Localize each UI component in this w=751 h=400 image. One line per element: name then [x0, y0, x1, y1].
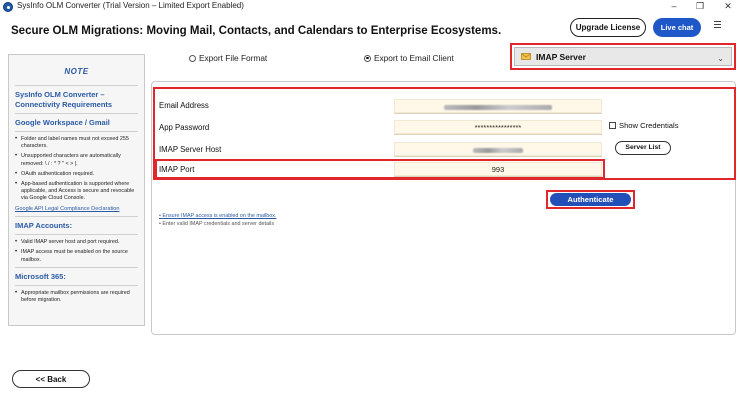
note-title: NOTE — [64, 67, 89, 76]
radio-label: Export File Format — [199, 53, 268, 63]
live-chat-button[interactable]: Live chat — [653, 18, 701, 37]
note-list: Valid IMAP server host and port required… — [15, 239, 138, 264]
export-file-format-radio[interactable]: Export File Format — [189, 53, 267, 63]
radio-checked-icon — [364, 54, 371, 62]
close-button[interactable]: ✕ — [718, 0, 738, 13]
divider — [15, 284, 138, 286]
page-heading: Secure OLM Migrations: Moving Mail, Cont… — [11, 25, 502, 37]
note-section-title: Microsoft 365: — [15, 271, 66, 281]
dropdown-selected-value: IMAP Server — [536, 51, 586, 62]
divider — [15, 234, 138, 236]
server-list-button[interactable]: Server List — [615, 141, 671, 155]
email-address-label: Email Address — [159, 101, 209, 110]
list-item: App-based authentication is supported wh… — [15, 181, 138, 203]
window-title: SysInfo OLM Converter (Trial Version – L… — [17, 1, 244, 10]
app-password-field[interactable]: **************** — [394, 120, 602, 135]
list-item: OAuth authentication required. — [15, 171, 138, 179]
authenticate-button[interactable]: Authenticate — [550, 193, 631, 206]
divider — [15, 266, 138, 268]
app-logo-icon — [3, 2, 13, 12]
divider — [15, 85, 138, 86]
checkbox-unchecked-icon — [609, 122, 616, 129]
back-button[interactable]: << Back — [12, 370, 90, 388]
redacted-value — [444, 104, 552, 110]
list-item: IMAP access must be enabled on the sourc… — [15, 249, 138, 264]
show-credentials-checkbox[interactable]: Show Credentials — [609, 121, 679, 130]
radio-label: Export to Email Client — [374, 53, 454, 63]
imap-host-field[interactable] — [394, 142, 602, 157]
title-bar: SysInfo OLM Converter (Trial Version – L… — [0, 0, 751, 14]
email-server-dropdown[interactable]: IMAP Server ⌄ — [510, 43, 736, 70]
checkbox-label: Show Credentials — [619, 121, 679, 130]
email-address-field[interactable] — [394, 99, 602, 114]
note-heading: SysInfo OLM Converter – Connectivity Req… — [15, 90, 113, 109]
imap-port-label: IMAP Port — [159, 165, 195, 174]
chevron-down-icon: ⌄ — [717, 54, 724, 63]
list-item: Unsupported characters are automatically… — [15, 153, 138, 168]
upgrade-license-button[interactable]: Upgrade License — [570, 18, 646, 37]
imap-port-field[interactable]: 993 — [394, 162, 602, 177]
app-window: SysInfo OLM Converter (Trial Version – L… — [0, 0, 751, 400]
divider — [15, 216, 138, 218]
imap-host-label: IMAP Server Host — [159, 145, 222, 154]
list-item: Folder and label names must not exceed 2… — [15, 136, 138, 151]
envelope-icon — [521, 53, 531, 60]
divider — [15, 113, 138, 114]
list-item: Appropriate mailbox permissions are requ… — [15, 290, 138, 305]
export-email-client-radio[interactable]: Export to Email Client — [364, 53, 454, 63]
credentials-hint-text: Enter valid IMAP credentials and server … — [159, 221, 274, 227]
note-panel: NOTE SysInfo OLM Converter – Connectivit… — [8, 54, 145, 326]
app-password-label: App Password — [159, 123, 210, 132]
redacted-value — [473, 147, 523, 153]
google-api-compliance-link[interactable]: Google API Legal Compliance Declaration — [15, 205, 138, 213]
divider — [15, 131, 138, 132]
note-list: Appropriate mailbox permissions are requ… — [15, 290, 138, 305]
radio-unchecked-icon — [189, 54, 196, 62]
note-list: Folder and label names must not exceed 2… — [15, 136, 138, 203]
hamburger-menu-icon[interactable] — [714, 21, 724, 31]
imap-access-help-link[interactable]: Ensure IMAP access is enabled on the mai… — [159, 213, 276, 219]
restore-button[interactable]: ❐ — [690, 0, 710, 13]
dropdown-field[interactable]: IMAP Server ⌄ — [514, 47, 732, 66]
list-item: Valid IMAP server host and port required… — [15, 239, 138, 247]
note-section-title: IMAP Accounts: — [15, 221, 73, 231]
note-section-title: Google Workspace / Gmail — [15, 118, 110, 127]
minimize-button[interactable]: – — [664, 0, 684, 13]
